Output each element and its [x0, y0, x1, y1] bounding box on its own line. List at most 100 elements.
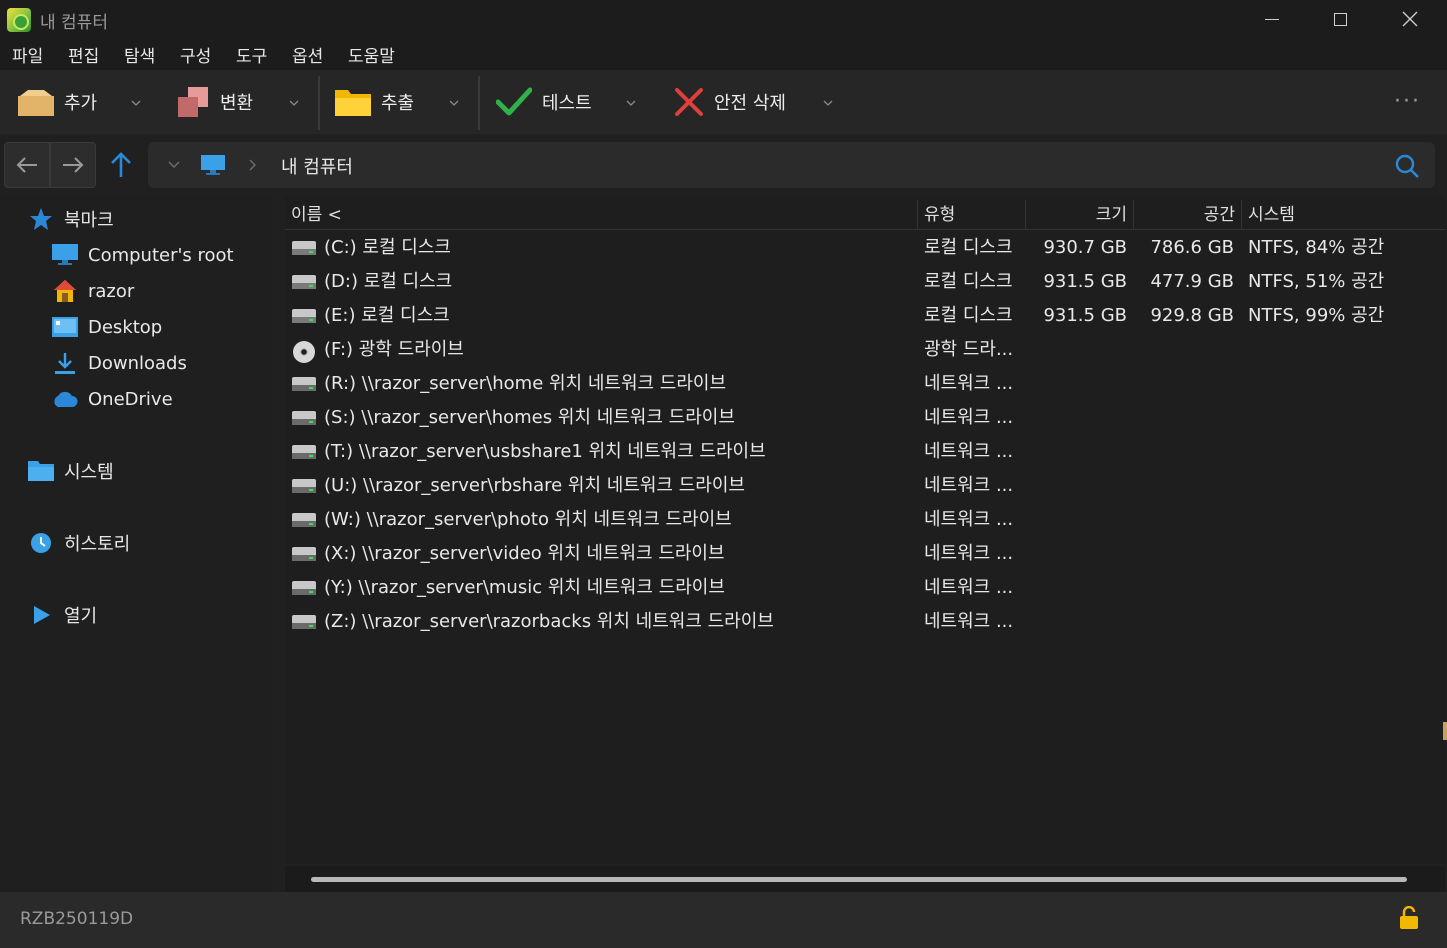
- sidebar: 북마크 Computer's root razor Desktop Downlo…: [0, 196, 272, 892]
- test-button[interactable]: 테스트: [496, 80, 592, 124]
- menu-organize[interactable]: 구성: [180, 42, 211, 67]
- drive-name-cell: (W:) \\razor_server\photo 위치 네트워크 드라이브: [324, 509, 732, 530]
- sidebar-item-razor[interactable]: razor: [52, 279, 134, 303]
- back-button[interactable]: [4, 142, 50, 188]
- column-filesystem-header[interactable]: 시스템: [1242, 200, 1445, 230]
- maximize-button[interactable]: [1305, 0, 1375, 38]
- table-row[interactable]: (X:) \\razor_server\video 위치 네트워크 드라이브 네트…: [285, 537, 1445, 571]
- horizontal-scrollbar[interactable]: [285, 866, 1445, 892]
- toolbar-divider: [478, 76, 480, 130]
- table-row[interactable]: (R:) \\razor_server\home 위치 네트워크 드라이브 네트워…: [285, 367, 1445, 401]
- history-dropdown-chevron-icon[interactable]: [168, 160, 180, 170]
- sidebar-history-label: 히스토리: [64, 534, 131, 555]
- address-bar[interactable]: 내 컴퓨터: [148, 142, 1435, 188]
- add-button[interactable]: 추가: [18, 80, 97, 124]
- computer-icon: [201, 155, 225, 175]
- convert-dropdown-chevron-icon[interactable]: [289, 98, 299, 108]
- drive-free-cell: [1134, 401, 1234, 435]
- drive-size-cell: 931.5 GB: [1043, 271, 1127, 292]
- table-row[interactable]: (F:) 광학 드라이브 광학 드라...: [285, 333, 1445, 367]
- drive-free-cell: [1134, 571, 1234, 605]
- network-drive-icon: [291, 578, 317, 598]
- drive-size-cell: [1026, 503, 1127, 537]
- up-arrow-icon[interactable]: [106, 150, 136, 180]
- delete-x-icon: [675, 88, 703, 116]
- search-icon[interactable]: [1394, 153, 1420, 179]
- close-icon: [1402, 11, 1418, 27]
- scrollbar-thumb[interactable]: [311, 877, 1407, 882]
- table-row[interactable]: (C:) 로컬 디스크 로컬 디스크 930.7 GB 786.6 GB NTFS, 8…: [285, 231, 1445, 265]
- drive-type-cell: 네트워크 ...: [924, 441, 1014, 462]
- menu-navigate[interactable]: 탐색: [124, 42, 155, 67]
- sidebar-item-computers-root[interactable]: Computer's root: [52, 243, 234, 267]
- test-dropdown-chevron-icon[interactable]: [626, 98, 636, 108]
- status-bar: RZB250119D: [0, 892, 1447, 948]
- table-row[interactable]: (E:) 로컬 디스크 로컬 디스크 931.5 GB 929.8 GB NTFS, 9…: [285, 299, 1445, 333]
- more-options-icon[interactable]: ···: [1394, 91, 1421, 113]
- secure-delete-dropdown-chevron-icon[interactable]: [823, 98, 833, 108]
- convert-button[interactable]: 변환: [176, 80, 253, 124]
- download-icon: [52, 351, 78, 375]
- sidebar-item-downloads[interactable]: Downloads: [52, 351, 187, 375]
- arrow-left-icon: [16, 157, 37, 173]
- drive-size-cell: [1026, 537, 1127, 571]
- extract-button[interactable]: 추출: [335, 80, 414, 124]
- column-name-header[interactable]: 이름 <: [285, 200, 918, 230]
- drive-free-cell: [1134, 503, 1234, 537]
- sidebar-system[interactable]: 시스템: [28, 458, 114, 484]
- sidebar-bookmarks[interactable]: 북마크: [28, 206, 114, 232]
- drive-filesystem-cell: [1248, 435, 1443, 469]
- table-row[interactable]: (T:) \\razor_server\usbshare1 위치 네트워크 드라…: [285, 435, 1445, 469]
- drive-name-cell: (E:) 로컬 디스크: [324, 305, 450, 326]
- secure-delete-button[interactable]: 안전 삭제: [674, 80, 786, 124]
- network-drive-icon: [291, 612, 317, 632]
- drive-size-cell: [1026, 571, 1127, 605]
- column-header-row: 이름 < 유형 크기 공간 시스템: [285, 200, 1445, 230]
- table-row[interactable]: (Y:) \\razor_server\music 위치 네트워크 드라이브 네트…: [285, 571, 1445, 605]
- window-title: 내 컴퓨터: [40, 13, 108, 33]
- drive-free-cell: [1134, 537, 1234, 571]
- close-button[interactable]: [1375, 0, 1445, 38]
- menu-file[interactable]: 파일: [12, 42, 43, 67]
- hard-drive-icon: [291, 272, 317, 292]
- app-logo-icon: [7, 8, 31, 32]
- network-drive-icon: [291, 476, 317, 496]
- drive-type-cell: 로컬 디스크: [924, 237, 1013, 258]
- menu-options[interactable]: 옵션: [292, 42, 323, 67]
- column-free-header[interactable]: 공간: [1134, 200, 1242, 230]
- sidebar-history[interactable]: 히스토리: [28, 530, 130, 556]
- resize-edge-marker: [1443, 722, 1447, 740]
- extract-dropdown-chevron-icon[interactable]: [449, 98, 459, 108]
- sidebar-item-onedrive[interactable]: OneDrive: [52, 387, 173, 411]
- network-drive-icon: [291, 408, 317, 428]
- column-size-header[interactable]: 크기: [1026, 200, 1134, 230]
- menu-edit[interactable]: 편집: [68, 42, 99, 67]
- drive-filesystem-cell: NTFS, 84% 공간: [1248, 237, 1385, 258]
- sidebar-open-label: 열기: [64, 606, 98, 627]
- drive-size-cell: [1026, 333, 1127, 367]
- table-row[interactable]: (W:) \\razor_server\photo 위치 네트워크 드라이브 네트…: [285, 503, 1445, 537]
- drive-free-cell: [1134, 605, 1234, 639]
- add-dropdown-chevron-icon[interactable]: [131, 98, 141, 108]
- minimize-button[interactable]: [1237, 0, 1307, 38]
- unlocked-lock-icon[interactable]: [1398, 906, 1420, 930]
- drive-name-cell: (R:) \\razor_server\home 위치 네트워크 드라이브: [324, 373, 727, 394]
- drive-free-cell: 929.8 GB: [1150, 305, 1234, 326]
- drive-size-cell: 931.5 GB: [1043, 305, 1127, 326]
- extract-label: 추출: [381, 93, 415, 114]
- drive-free-cell: 477.9 GB: [1150, 271, 1234, 292]
- table-row[interactable]: (S:) \\razor_server\homes 위치 네트워크 드라이브 네트…: [285, 401, 1445, 435]
- forward-button[interactable]: [50, 142, 96, 188]
- column-type-header[interactable]: 유형: [918, 200, 1026, 230]
- table-row[interactable]: (Z:) \\razor_server\razorbacks 위치 네트워크 드…: [285, 605, 1445, 639]
- sidebar-item-desktop[interactable]: Desktop: [52, 315, 162, 339]
- drive-size-cell: 930.7 GB: [1043, 237, 1127, 258]
- menu-help[interactable]: 도움말: [348, 42, 395, 67]
- table-row[interactable]: (U:) \\razor_server\rbshare 위치 네트워크 드라이브…: [285, 469, 1445, 503]
- menu-tools[interactable]: 도구: [236, 42, 267, 67]
- table-row[interactable]: (D:) 로컬 디스크 로컬 디스크 931.5 GB 477.9 GB NTFS, 5…: [285, 265, 1445, 299]
- sidebar-open[interactable]: 열기: [28, 602, 97, 628]
- menu-bar: 파일 편집 탐색 구성 도구 옵션 도움말: [0, 38, 1447, 70]
- drive-name-cell: (C:) 로컬 디스크: [324, 237, 451, 258]
- status-text: RZB250119D: [20, 909, 134, 929]
